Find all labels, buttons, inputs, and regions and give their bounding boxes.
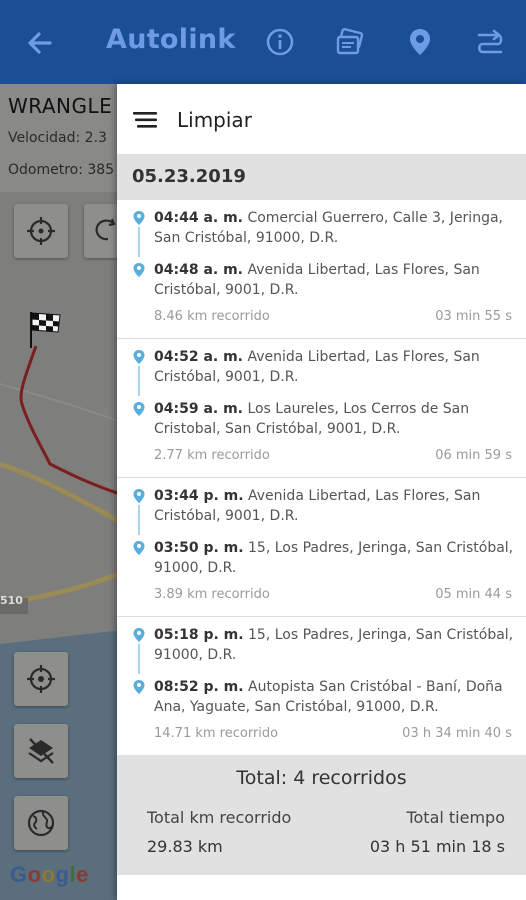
trip-distance: 2.77 km recorrido <box>154 448 270 463</box>
location-pin-icon <box>133 350 145 364</box>
route-connector <box>138 366 140 396</box>
clear-label: Limpiar <box>177 108 252 132</box>
location-pin-icon <box>133 680 145 694</box>
location-pin-icon[interactable] <box>404 26 436 58</box>
start-time: 05:18 p. m. <box>154 627 244 643</box>
end-time: 04:59 a. m. <box>154 401 243 417</box>
trip-start: 05:18 p. m. 15, Los Padres, Jeringa, San… <box>154 625 514 665</box>
trip-meta: 14.71 km recorrido 03 h 34 min 40 s <box>154 726 512 741</box>
trip-summary: Total: 4 recorridos Total km recorrido 2… <box>117 755 526 875</box>
trip-end: 04:48 a. m. Avenida Libertad, Las Flores… <box>154 260 514 300</box>
trip-end: 03:50 p. m. 15, Los Padres, Jeringa, San… <box>154 538 514 578</box>
total-distance-block: Total km recorrido 29.83 km <box>147 808 291 856</box>
start-time: 04:52 a. m. <box>154 349 243 365</box>
app-title: Autolink <box>106 24 236 55</box>
finish-flag-icon <box>30 312 61 348</box>
location-pin-icon <box>133 263 145 277</box>
trip-end: 08:52 p. m. Autopista San Cristóbal - Ba… <box>154 677 514 717</box>
trip-meta: 2.77 km recorrido 06 min 59 s <box>154 448 512 463</box>
total-time-block: Total tiempo 03 h 51 min 18 s <box>370 808 505 856</box>
start-time: 04:44 a. m. <box>154 210 243 226</box>
google-logo: Google <box>10 862 89 887</box>
trip-start: 03:44 p. m. Avenida Libertad, Las Flores… <box>154 486 514 526</box>
globe-icon <box>27 809 55 837</box>
vehicle-odometer: Odometro: 385 <box>8 162 115 178</box>
total-time-label: Total tiempo <box>406 808 505 827</box>
trip-item[interactable]: 04:44 a. m. Comercial Guerrero, Calle 3,… <box>117 200 526 339</box>
refresh-icon <box>95 218 116 241</box>
back-arrow-icon[interactable] <box>24 27 56 59</box>
date-header: 05.23.2019 <box>117 154 526 200</box>
route-connector <box>138 227 140 257</box>
clear-button[interactable]: Limpiar <box>117 84 526 154</box>
route-icon[interactable] <box>474 26 506 58</box>
route-connector <box>138 505 140 535</box>
layers-toggle-button[interactable] <box>14 724 68 778</box>
trip-list: 04:44 a. m. Comercial Guerrero, Calle 3,… <box>117 200 526 756</box>
location-pin-icon <box>133 541 145 555</box>
total-distance-label: Total km recorrido <box>147 808 292 827</box>
trip-start: 04:44 a. m. Comercial Guerrero, Calle 3,… <box>154 208 514 248</box>
trip-item[interactable]: 03:44 p. m. Avenida Libertad, Las Flores… <box>117 478 526 617</box>
total-time-value: 03 h 51 min 18 s <box>369 837 505 856</box>
my-location-button[interactable] <box>14 652 68 706</box>
trip-distance: 14.71 km recorrido <box>154 726 279 741</box>
trip-duration: 06 min 59 s <box>435 448 512 463</box>
layers-off-icon <box>28 738 54 764</box>
start-time: 03:44 p. m. <box>154 488 244 504</box>
date-label: 05.23.2019 <box>132 166 246 187</box>
trip-history-icon[interactable] <box>334 26 366 58</box>
trip-item[interactable]: 04:52 a. m. Avenida Libertad, Las Flores… <box>117 339 526 478</box>
app-bar: Autolink <box>0 0 526 84</box>
end-time: 08:52 p. m. <box>154 679 244 695</box>
total-distance-value: 29.83 km <box>147 837 223 856</box>
location-pin-icon <box>133 402 145 416</box>
trip-item[interactable]: 05:18 p. m. 15, Los Padres, Jeringa, San… <box>117 617 526 756</box>
end-time: 03:50 p. m. <box>154 540 244 556</box>
trip-duration: 05 min 44 s <box>435 587 512 602</box>
trip-start: 04:52 a. m. Avenida Libertad, Las Flores… <box>154 347 514 387</box>
location-pin-icon <box>133 211 145 225</box>
refresh-button[interactable] <box>84 204 118 258</box>
my-location-icon <box>27 665 55 693</box>
clear-list-icon <box>133 112 157 128</box>
vehicle-speed: Velocidad: 2.3 <box>8 130 107 146</box>
end-time: 04:48 a. m. <box>154 262 243 278</box>
trip-distance: 3.89 km recorrido <box>154 587 270 602</box>
road-label: 510 <box>0 594 23 607</box>
trip-meta: 8.46 km recorrido 03 min 55 s <box>154 309 512 324</box>
trip-duration: 03 min 55 s <box>435 309 512 324</box>
center-vehicle-button[interactable] <box>14 204 68 258</box>
info-icon[interactable] <box>264 26 296 58</box>
map-type-button[interactable] <box>14 796 68 850</box>
total-trips: Total: 4 recorridos <box>236 767 407 789</box>
trip-meta: 3.89 km recorrido 05 min 44 s <box>154 587 512 602</box>
vehicle-name: WRANGLE <box>8 94 113 118</box>
location-pin-icon <box>133 628 145 642</box>
trip-duration: 03 h 34 min 40 s <box>402 726 512 741</box>
trip-distance: 8.46 km recorrido <box>154 309 270 324</box>
location-pin-icon <box>133 489 145 503</box>
trip-history-drawer: Limpiar 05.23.2019 04:44 a. m. Comercial… <box>117 84 526 900</box>
crosshair-icon <box>27 217 55 245</box>
trip-end: 04:59 a. m. Los Laureles, Los Cerros de … <box>154 399 514 439</box>
route-connector <box>138 644 140 674</box>
